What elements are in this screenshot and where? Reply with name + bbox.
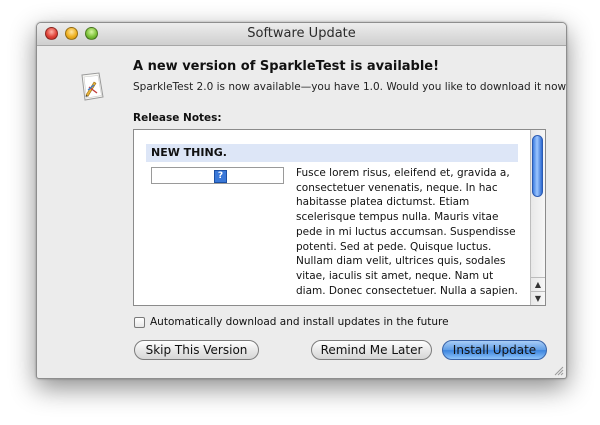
update-subtext: SparkleTest 2.0 is now available—you hav… [133, 81, 567, 93]
app-icon [81, 72, 104, 101]
update-heading: A new version of SparkleTest is availabl… [133, 59, 440, 74]
question-mark-icon: ? [214, 170, 227, 183]
install-update-button[interactable]: Install Update [442, 340, 547, 360]
release-notes-scrollbar[interactable]: ▲ ▼ [530, 130, 545, 305]
remind-later-button[interactable]: Remind Me Later [311, 340, 432, 360]
scroll-down-icon[interactable]: ▼ [531, 291, 545, 305]
release-notes-section-title: NEW THING. [146, 144, 518, 162]
software-update-window: Software Update A new version of Sparkle… [36, 22, 567, 379]
release-notes-view[interactable]: NEW THING. ? Fusce lorem risus, eleifend… [133, 129, 546, 306]
missing-image-placeholder: ? [151, 167, 284, 184]
title-bar[interactable]: Software Update [37, 23, 566, 46]
auto-update-label[interactable]: Automatically download and install updat… [150, 316, 449, 328]
skip-version-button[interactable]: Skip This Version [134, 340, 259, 360]
release-notes-body: Fusce lorem risus, eleifend et, gravida … [296, 167, 518, 297]
scroll-up-icon[interactable]: ▲ [531, 277, 545, 291]
window-title: Software Update [247, 26, 356, 41]
scroll-thumb[interactable] [532, 135, 543, 197]
auto-update-checkbox[interactable] [134, 317, 145, 328]
resize-grip-icon[interactable] [553, 365, 564, 376]
release-notes-label: Release Notes: [133, 112, 222, 124]
